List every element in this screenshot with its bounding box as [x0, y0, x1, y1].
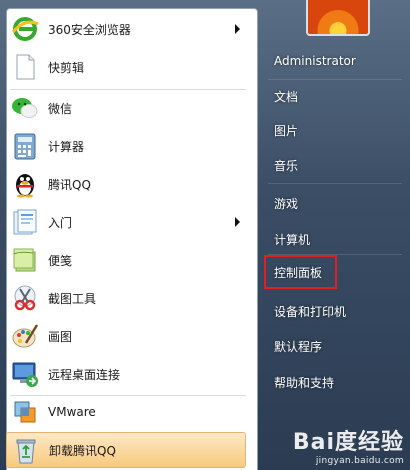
program-item-wechat[interactable]: 微信	[6, 90, 246, 126]
recycle-bin-icon	[11, 435, 41, 465]
watermark-brand: Bai度经验	[292, 430, 404, 455]
calculator-icon	[10, 131, 40, 161]
right-item-computer[interactable]: 计算机	[266, 225, 404, 253]
qq-penguin-icon	[10, 169, 40, 199]
right-item-default-programs[interactable]: 默认程序	[266, 332, 404, 360]
program-item-getting-started[interactable]: 入门	[6, 204, 246, 240]
program-item-360-browser[interactable]: 360安全浏览器	[6, 11, 246, 47]
program-item-uninstall-qq[interactable]: 卸载腾讯QQ	[6, 432, 246, 468]
right-item-devices-printers[interactable]: 设备和打印机	[266, 297, 404, 325]
remote-desktop-icon	[10, 359, 40, 389]
right-item-pictures[interactable]: 图片	[266, 116, 404, 144]
program-item-qq[interactable]: 腾讯QQ	[6, 166, 246, 202]
blank-document-icon	[10, 52, 40, 82]
program-label: 计算器	[48, 139, 85, 154]
start-menu: 360安全浏览器 快剪辑 微信 计算器 腾讯QQ 入门 便笺 截图工具 画图 远…	[0, 0, 410, 470]
wechat-icon	[10, 93, 40, 123]
submenu-arrow-icon	[235, 217, 240, 227]
program-label: 微信	[48, 101, 73, 116]
sticky-notes-icon	[10, 245, 40, 275]
annotation-highlight-box	[264, 255, 337, 289]
program-label: 卸载腾讯QQ	[49, 443, 116, 458]
user-avatar[interactable]	[306, 0, 370, 36]
program-label: VMware	[48, 405, 96, 419]
program-item-sticky-notes[interactable]: 便笺	[6, 242, 246, 278]
program-label: 快剪辑	[48, 60, 85, 75]
program-label: 截图工具	[48, 291, 97, 306]
program-item-remote-desktop[interactable]: 远程桌面连接	[6, 356, 246, 392]
program-item-calculator[interactable]: 计算器	[6, 128, 246, 164]
program-item-vmware[interactable]: VMware	[6, 394, 246, 430]
user-name-link[interactable]: Administrator	[266, 47, 404, 75]
program-label: 画图	[48, 329, 73, 344]
getting-started-icon	[10, 207, 40, 237]
watermark-site: jingyan.baidu.com	[315, 456, 404, 466]
program-item-paint[interactable]: 画图	[6, 318, 246, 354]
snipping-tool-icon	[10, 283, 40, 313]
program-item-kuaijianji[interactable]: 快剪辑	[6, 49, 246, 85]
paint-palette-icon	[10, 321, 40, 351]
program-label: 入门	[48, 215, 73, 230]
right-item-help-support[interactable]: 帮助和支持	[266, 368, 404, 396]
program-label: 便笺	[48, 253, 73, 268]
right-separator	[268, 79, 402, 80]
right-separator	[268, 183, 402, 184]
program-label: 腾讯QQ	[48, 177, 91, 192]
right-item-documents[interactable]: 文档	[266, 82, 404, 110]
browser-360-icon	[10, 14, 40, 44]
baidu-jingyan-watermark: Bai度经验 jingyan.baidu.com	[293, 424, 404, 466]
vmware-icon	[10, 397, 40, 427]
right-item-music[interactable]: 音乐	[266, 151, 404, 179]
right-item-games[interactable]: 游戏	[266, 189, 404, 217]
program-label: 远程桌面连接	[48, 367, 121, 382]
submenu-arrow-icon	[235, 24, 240, 34]
program-item-snipping-tool[interactable]: 截图工具	[6, 280, 246, 316]
program-label: 360安全浏览器	[48, 22, 131, 37]
